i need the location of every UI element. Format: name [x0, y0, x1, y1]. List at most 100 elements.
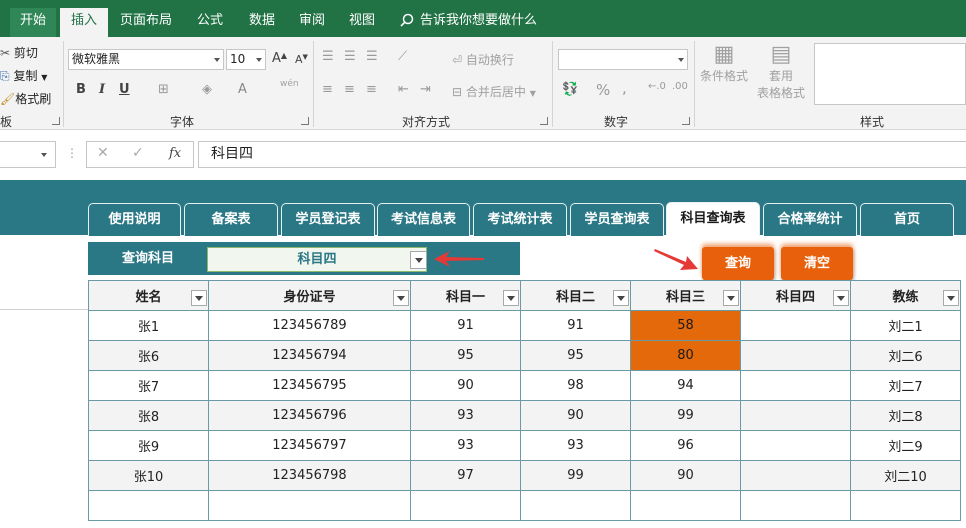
cancel-icon[interactable]: ✕	[97, 145, 109, 161]
cell-coach[interactable]: 刘二7	[850, 370, 961, 401]
cell-subject1[interactable]: 93	[410, 400, 521, 431]
ribbon-tab-review[interactable]: 审阅	[290, 8, 334, 37]
cell-empty[interactable]	[740, 490, 851, 521]
format-as-table-button[interactable]: ▤ 套用 表格格式	[752, 43, 810, 101]
align-center-icon[interactable]: ≡	[344, 82, 355, 97]
cell-subject3[interactable]: 94	[630, 370, 741, 401]
filter-dropdown-icon[interactable]	[943, 290, 959, 306]
number-format-select[interactable]	[558, 49, 688, 70]
formula-input[interactable]: 科目四	[198, 141, 966, 168]
cell-subject3[interactable]: 99	[630, 400, 741, 431]
cell-coach[interactable]: 刘二10	[850, 460, 961, 491]
filter-dropdown-icon[interactable]	[723, 290, 739, 306]
cell-styles-gallery[interactable]	[814, 43, 966, 105]
cell-subject3[interactable]: 58	[630, 310, 741, 341]
cell-id[interactable]: 123456794	[208, 340, 411, 371]
cell-name[interactable]: 张7	[88, 370, 209, 401]
ribbon-tab-data[interactable]: 数据	[240, 8, 284, 37]
underline-button[interactable]: U	[119, 82, 130, 97]
cell-empty[interactable]	[208, 490, 411, 521]
cell-subject1[interactable]: 93	[410, 430, 521, 461]
nav-tab-subject-query[interactable]: 科目查询表	[666, 202, 760, 236]
number-launcher-icon[interactable]	[682, 117, 690, 125]
increase-decimal-icon[interactable]: ←.0	[648, 81, 666, 92]
grow-font-button[interactable]: A▲	[272, 51, 287, 66]
cell-subject2[interactable]: 95	[520, 340, 631, 371]
query-button[interactable]: 查询	[702, 247, 774, 280]
name-box[interactable]	[0, 141, 56, 168]
currency-icon[interactable]: 💱	[562, 82, 578, 97]
ribbon-tab-insert[interactable]: 插入	[60, 8, 108, 37]
clipboard-launcher-icon[interactable]	[52, 117, 60, 125]
cell-subject4[interactable]	[740, 310, 851, 341]
cell-subject2[interactable]: 98	[520, 370, 631, 401]
fx-icon[interactable]: fx	[169, 146, 181, 161]
enter-icon[interactable]: ✓	[132, 145, 144, 161]
nav-tab-home[interactable]: 首页	[860, 203, 954, 236]
query-subject-select[interactable]: 科目四	[207, 247, 427, 272]
cell-subject4[interactable]	[740, 400, 851, 431]
font-name-select[interactable]: 微软雅黑	[68, 49, 224, 70]
cell-id[interactable]: 123456789	[208, 310, 411, 341]
ribbon-tab-page-layout[interactable]: 页面布局	[114, 8, 178, 37]
cell-id[interactable]: 123456797	[208, 430, 411, 461]
cell-coach[interactable]: 刘二1	[850, 310, 961, 341]
align-top-icon[interactable]: ☰	[322, 49, 334, 64]
cell-subject2[interactable]: 91	[520, 310, 631, 341]
nav-tab-filing[interactable]: 备案表	[184, 203, 278, 236]
ribbon-tab-home[interactable]: 开始	[10, 8, 56, 37]
cell-subject4[interactable]	[740, 370, 851, 401]
format-painter-button[interactable]: 🖌格式刷	[0, 90, 51, 107]
orientation-icon[interactable]: ⟋	[398, 49, 407, 64]
nav-tab-usage[interactable]: 使用说明	[88, 203, 181, 236]
nav-tab-registration[interactable]: 学员登记表	[281, 203, 375, 236]
cell-subject1[interactable]: 97	[410, 460, 521, 491]
cell-name[interactable]: 张8	[88, 400, 209, 431]
decrease-decimal-icon[interactable]: .00	[672, 81, 688, 92]
shrink-font-button[interactable]: A▼	[295, 53, 308, 66]
cell-coach[interactable]: 刘二8	[850, 400, 961, 431]
cell-subject1[interactable]: 95	[410, 340, 521, 371]
cell-id[interactable]: 123456795	[208, 370, 411, 401]
font-launcher-icon[interactable]	[301, 117, 309, 125]
filter-dropdown-icon[interactable]	[393, 290, 409, 306]
copy-button[interactable]: ⎘ 复制 ▼	[0, 67, 47, 84]
cell-name[interactable]: 张6	[88, 340, 209, 371]
nav-tab-pass-rate[interactable]: 合格率统计	[763, 203, 857, 236]
nav-tab-student-query[interactable]: 学员查询表	[570, 203, 664, 236]
cell-empty[interactable]	[410, 490, 521, 521]
comma-button[interactable]: ,	[622, 79, 627, 97]
phonetic-button[interactable]: wén	[280, 79, 299, 89]
cell-empty[interactable]	[630, 490, 741, 521]
borders-icon[interactable]: ⊞	[158, 82, 169, 97]
cell-subject2[interactable]: 90	[520, 400, 631, 431]
filter-dropdown-icon[interactable]	[191, 290, 207, 306]
wrap-text-button[interactable]: ⏎ 自动换行	[452, 51, 514, 68]
percent-button[interactable]: %	[596, 81, 610, 99]
cell-subject2[interactable]: 93	[520, 430, 631, 461]
cell-subject1[interactable]: 90	[410, 370, 521, 401]
align-bottom-icon[interactable]: ☰	[366, 49, 378, 64]
bold-button[interactable]: B	[76, 82, 86, 97]
align-middle-icon[interactable]: ☰	[344, 49, 356, 64]
cell-name[interactable]: 张9	[88, 430, 209, 461]
cell-empty[interactable]	[850, 490, 961, 521]
cell-subject1[interactable]: 91	[410, 310, 521, 341]
italic-button[interactable]: I	[99, 82, 105, 97]
cell-subject3[interactable]: 80	[630, 340, 741, 371]
drag-handle-icon[interactable]: ⋮	[66, 146, 78, 160]
conditional-format-button[interactable]: ▦ 条件格式	[700, 43, 748, 84]
increase-indent-icon[interactable]: ⇥	[420, 82, 431, 97]
cell-id[interactable]: 123456798	[208, 460, 411, 491]
cell-subject4[interactable]	[740, 340, 851, 371]
merge-center-button[interactable]: ⊟ 合并后居中 ▼	[452, 83, 536, 100]
align-right-icon[interactable]: ≡	[366, 82, 377, 97]
cell-subject2[interactable]: 99	[520, 460, 631, 491]
cut-button[interactable]: ✂ 剪切	[0, 44, 38, 61]
clear-button[interactable]: 清空	[781, 247, 853, 280]
nav-tab-exam-info[interactable]: 考试信息表	[377, 203, 470, 236]
align-left-icon[interactable]: ≡	[322, 82, 333, 97]
font-color-button[interactable]: A	[238, 82, 247, 97]
decrease-indent-icon[interactable]: ⇤	[398, 82, 409, 97]
cell-subject4[interactable]	[740, 460, 851, 491]
